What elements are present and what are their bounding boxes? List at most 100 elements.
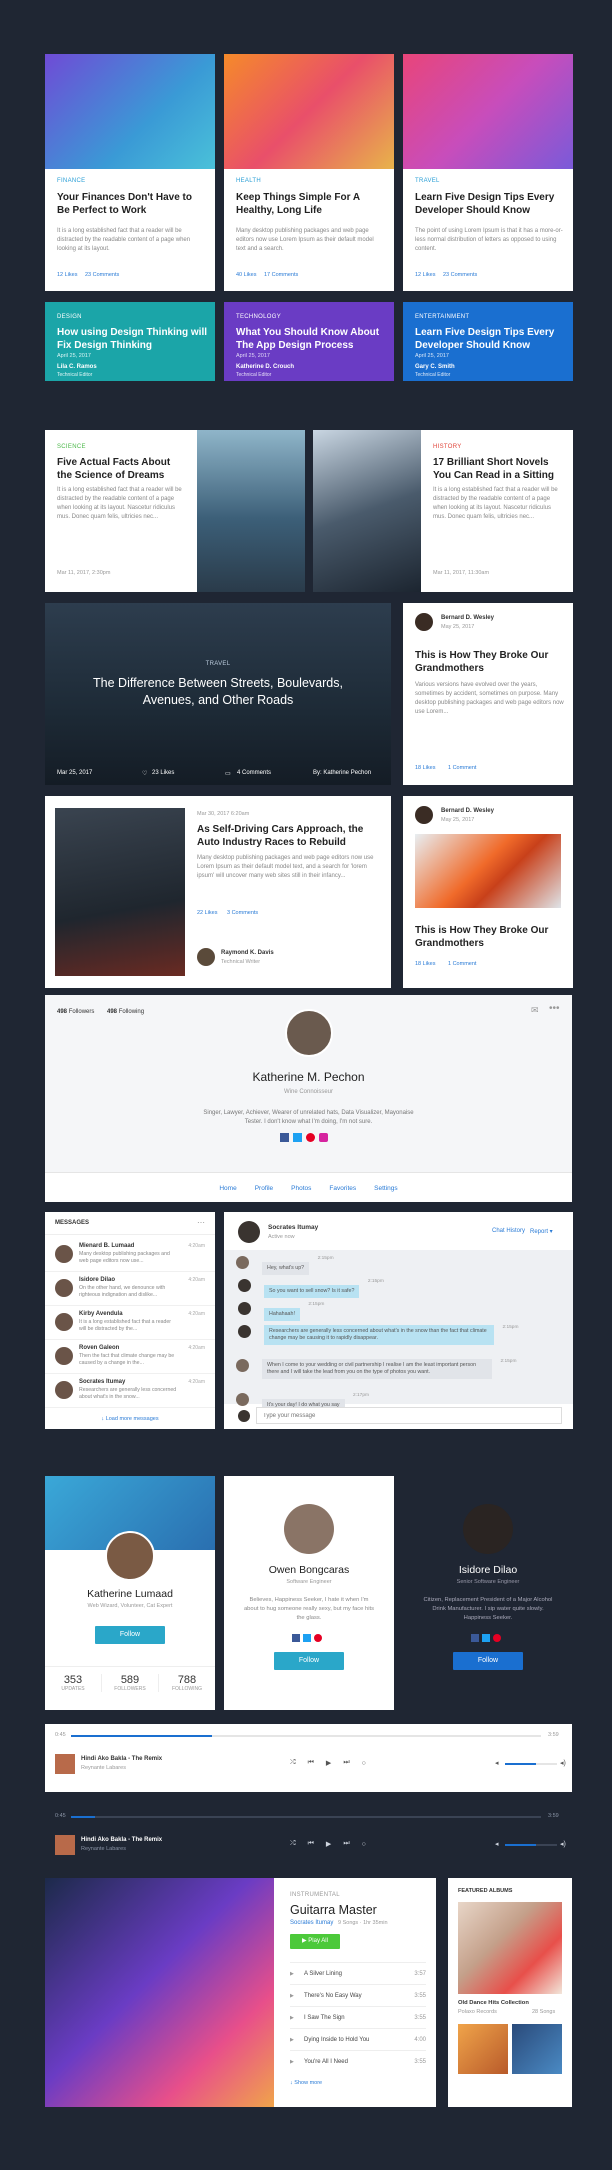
shuffle-icon[interactable]: ⤮ (290, 1840, 296, 1848)
color-card[interactable]: Design How using Design Thinking will Fi… (45, 302, 215, 381)
post-title[interactable]: This is How They Broke Our Grandmothers (415, 924, 565, 950)
chat-history-link[interactable]: Chat History (492, 1228, 525, 1234)
card-title[interactable]: Keep Things Simple For A Healthy, Long L… (236, 191, 386, 217)
more-icon[interactable]: ⋯ (197, 1218, 205, 1227)
volume-low-icon[interactable]: ◂ (495, 1840, 499, 1848)
show-more-link[interactable]: ↓ Show more (290, 2080, 322, 2086)
post-title[interactable]: As Self-Driving Cars Approach, the Auto … (197, 823, 382, 849)
heart-icon[interactable]: ♡ (142, 770, 147, 777)
facebook-icon[interactable] (471, 1634, 479, 1642)
post-title[interactable]: This is How They Broke Our Grandmothers (415, 649, 565, 675)
play-icon[interactable]: ▶ (290, 2059, 304, 2065)
play-icon[interactable]: ▶ (290, 2037, 304, 2043)
blog-card[interactable]: Finance Your Finances Don't Have to Be P… (45, 54, 215, 291)
post-likes[interactable]: 22 Likes (197, 910, 218, 916)
followers-stat[interactable]: 498 Followers (57, 1009, 94, 1015)
album-name[interactable]: Old Dance Hits Collection (458, 2000, 529, 2006)
side-post-card[interactable]: Bernard D. Wesley May 25, 2017 This is H… (403, 796, 573, 988)
volume-slider[interactable] (505, 1844, 557, 1846)
instagram-icon[interactable] (319, 1133, 328, 1142)
message-item[interactable]: Socrates Itumay 4:20am Researchers are g… (45, 1374, 215, 1408)
album-cover[interactable] (458, 1902, 562, 1994)
car-post-card[interactable]: Mar 30, 2017 6:20am As Self-Driving Cars… (45, 796, 391, 988)
blog-card[interactable]: Health Keep Things Simple For A Healthy,… (224, 54, 394, 291)
hero-comments[interactable]: 4 Comments (237, 770, 271, 776)
message-item[interactable]: Mienard B. Lumaad 4:20am Many desktop pu… (45, 1238, 215, 1272)
volume-low-icon[interactable]: ◂ (495, 1759, 499, 1767)
message-item[interactable]: Isidore Dilao 4:20am On the other hand, … (45, 1272, 215, 1306)
card-title[interactable]: What You Should Know About The App Desig… (236, 326, 386, 352)
post-comments[interactable]: 1 Comment (448, 961, 476, 967)
message-item[interactable]: Kirby Avendula 4:20am It is a long estab… (45, 1306, 215, 1340)
following-stat[interactable]: 498 Following (107, 1009, 144, 1015)
twitter-icon[interactable] (293, 1133, 302, 1142)
report-link[interactable]: Report ▾ (530, 1228, 553, 1235)
post-comments[interactable]: 3 Comments (227, 910, 258, 916)
album-artist[interactable]: Socrates Itumay (290, 1920, 333, 1926)
next-icon[interactable]: ⏭ (343, 1759, 349, 1767)
progress-track[interactable] (71, 1816, 541, 1818)
color-card[interactable]: Technology What You Should Know About Th… (224, 302, 394, 381)
play-icon[interactable]: ▶ (290, 2015, 304, 2021)
load-more-link[interactable]: ↓ Load more messages (45, 1416, 215, 1422)
card-title[interactable]: Learn Five Design Tips Every Developer S… (415, 326, 565, 352)
tab-favorites[interactable]: Favorites (329, 1185, 356, 1192)
blog-card[interactable]: Travel Learn Five Design Tips Every Deve… (403, 54, 573, 291)
post-likes[interactable]: 18 Likes (415, 961, 436, 967)
color-card[interactable]: Entertainment Learn Five Design Tips Eve… (403, 302, 573, 381)
post-likes[interactable]: 18 Likes (415, 765, 436, 771)
follow-button[interactable]: Follow (453, 1652, 523, 1670)
track-row[interactable]: ▶ I Saw The Sign 3:55 (290, 2006, 426, 2028)
hero-card[interactable]: Travel The Difference Between Streets, B… (45, 603, 391, 785)
track-row[interactable]: ▶ There's No Easy Way 3:55 (290, 1984, 426, 2006)
article-card[interactable]: Science Five Actual Facts About the Scie… (45, 430, 305, 592)
previous-icon[interactable]: ⏮ (308, 1759, 314, 1767)
tab-photos[interactable]: Photos (291, 1185, 311, 1192)
pinterest-icon[interactable] (493, 1634, 501, 1642)
play-all-button[interactable]: ▶ Play All (290, 1934, 340, 1949)
volume-slider[interactable] (505, 1763, 557, 1765)
hero-likes[interactable]: 23 Likes (152, 770, 174, 776)
tab-home[interactable]: Home (219, 1185, 236, 1192)
play-icon[interactable]: ▶ (290, 1993, 304, 1999)
play-icon[interactable]: ▶ (290, 1971, 304, 1977)
card-title[interactable]: How using Design Thinking will Fix Desig… (57, 326, 207, 352)
track-row[interactable]: ▶ Dying Inside to Hold You 4:00 (290, 2028, 426, 2050)
card-title[interactable]: 17 Brilliant Short Novels You Can Read i… (433, 456, 565, 482)
mail-icon[interactable]: ✉ (531, 1005, 539, 1016)
twitter-icon[interactable] (303, 1634, 311, 1642)
card-likes[interactable]: 40 Likes (236, 272, 257, 278)
card-comments[interactable]: 23 Comments (443, 272, 477, 278)
twitter-icon[interactable] (482, 1634, 490, 1642)
card-title[interactable]: Five Actual Facts About the Science of D… (57, 456, 187, 482)
progress-track[interactable] (71, 1735, 541, 1737)
album-thumb[interactable] (512, 2024, 562, 2074)
volume-high-icon[interactable]: ◂) (560, 1840, 566, 1848)
shuffle-icon[interactable]: ⤮ (290, 1759, 296, 1767)
pinterest-icon[interactable] (314, 1634, 322, 1642)
volume-high-icon[interactable]: ◂) (560, 1759, 566, 1767)
facebook-icon[interactable] (292, 1634, 300, 1642)
side-post-card[interactable]: Bernard D. Wesley May 25, 2017 This is H… (403, 603, 573, 785)
card-comments[interactable]: 17 Comments (264, 272, 298, 278)
message-item[interactable]: Roven Galeon 4:20am Then the fact that c… (45, 1340, 215, 1374)
card-title[interactable]: Learn Five Design Tips Every Developer S… (415, 191, 565, 217)
hero-title[interactable]: The Difference Between Streets, Boulevar… (75, 675, 361, 709)
track-row[interactable]: ▶ You're All I Need 3:55 (290, 2050, 426, 2072)
album-thumb[interactable] (458, 2024, 508, 2074)
article-card[interactable]: History 17 Brilliant Short Novels You Ca… (313, 430, 573, 592)
play-icon[interactable]: ▶ (326, 1840, 331, 1848)
stat-updates[interactable]: 353 Updates (45, 1674, 101, 1692)
stat-followers[interactable]: 589 Followers (101, 1674, 159, 1692)
comment-icon[interactable]: ▭ (225, 770, 231, 777)
follow-button[interactable]: Follow (95, 1626, 165, 1644)
stat-following[interactable]: 788 Following (159, 1674, 215, 1692)
card-likes[interactable]: 12 Likes (57, 272, 78, 278)
pinterest-icon[interactable] (306, 1133, 315, 1142)
repeat-icon[interactable]: ○ (362, 1841, 366, 1848)
tab-profile[interactable]: Profile (255, 1185, 273, 1192)
card-comments[interactable]: 23 Comments (85, 272, 119, 278)
card-likes[interactable]: 12 Likes (415, 272, 436, 278)
repeat-icon[interactable]: ○ (362, 1760, 366, 1767)
play-icon[interactable]: ▶ (326, 1759, 331, 1767)
